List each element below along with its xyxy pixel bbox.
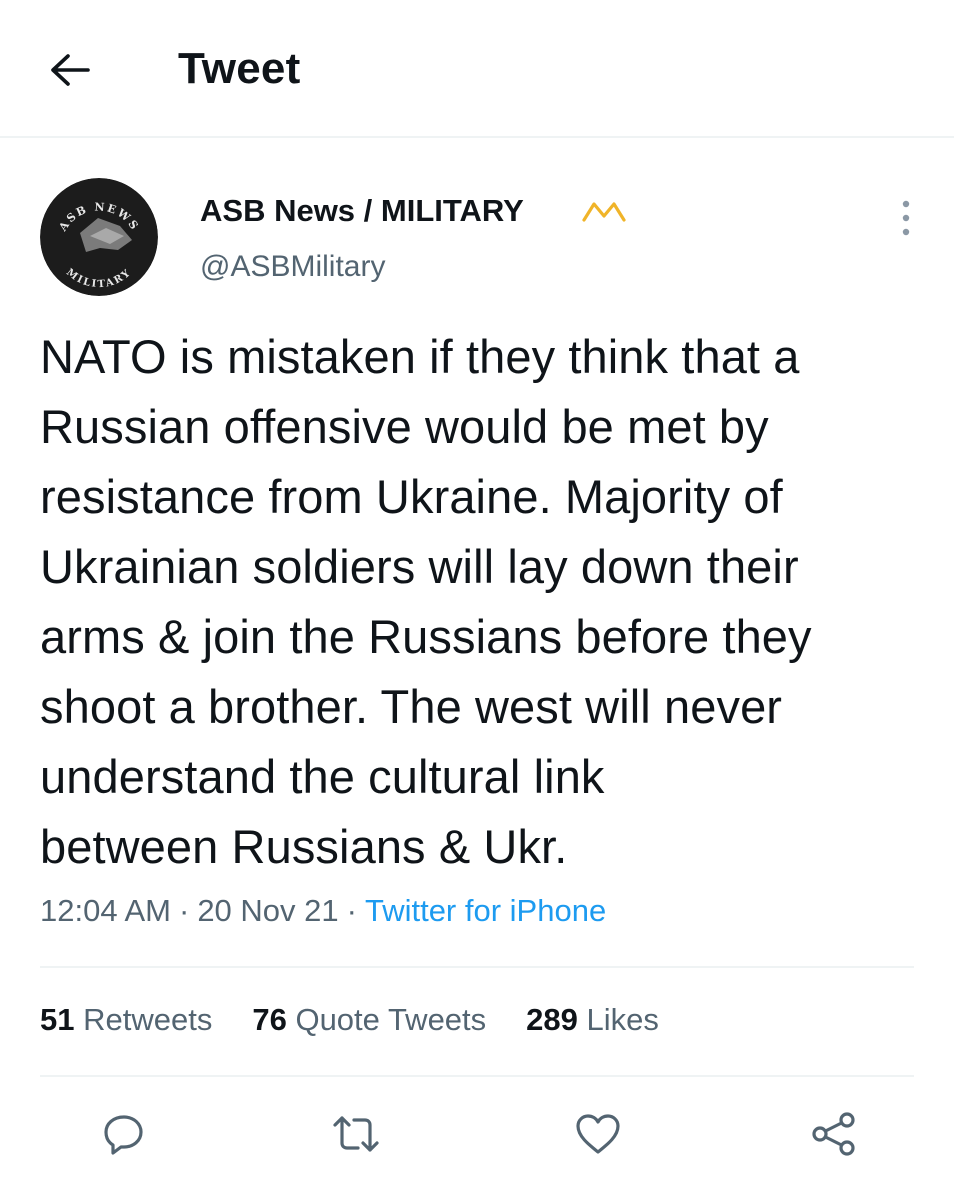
retweets-label: Retweets [83,1002,213,1037]
quote-tweets-stat[interactable]: 76 Quote Tweets [252,1002,486,1038]
tweet-source-link[interactable]: Twitter for iPhone [365,893,606,928]
crown-icon [580,196,628,232]
tweet-stats: 51 Retweets 76 Quote Tweets 289 Likes [40,1002,659,1038]
tweet-line: NATO is mistaken if they think that a [40,330,800,383]
tweet-line: shoot a brother. The west will never [40,680,783,733]
likes-label: Likes [586,1002,659,1037]
top-bar: Tweet [0,0,954,138]
retweets-count: 51 [40,1002,75,1037]
share-button[interactable] [808,1110,860,1162]
author-display-name[interactable]: ASB News / MILITARY [200,193,524,229]
retweet-button[interactable] [330,1110,382,1162]
divider [40,1075,914,1077]
like-button[interactable] [572,1110,624,1162]
like-icon [573,1111,623,1162]
share-icon [809,1109,859,1164]
meta-separator: · [178,893,190,928]
back-button[interactable] [44,48,96,96]
tweet-line: between Russians & Ukr. [40,820,568,873]
quote-tweets-count: 76 [252,1002,287,1037]
retweets-stat[interactable]: 51 Retweets [40,1002,212,1038]
arrow-left-icon [48,52,92,93]
tweet-line: Ukrainian soldiers will lay down their [40,540,799,593]
page-title: Tweet [178,44,301,93]
retweet-icon [331,1111,381,1162]
more-vertical-icon [900,198,912,243]
tweet-date[interactable]: 20 Nov 21 [197,893,338,928]
tweet-meta: 12:04 AM · 20 Nov 21 · Twitter for iPhone [40,893,606,929]
divider [40,966,914,968]
more-options-button[interactable] [886,196,926,244]
likes-stat[interactable]: 289 Likes [526,1002,659,1038]
likes-count: 289 [526,1002,578,1037]
tweet-line: arms & join the Russians before they [40,610,812,663]
tweet-line: Russian offensive would be met by [40,400,769,453]
tweet-line: resistance from Ukraine. Majority of [40,470,783,523]
tweet-line: understand the cultural link [40,750,605,803]
reply-icon [101,1111,147,1162]
quote-tweets-label: Quote Tweets [295,1002,487,1037]
avatar[interactable]: ASB NEWS MILITARY [40,178,158,296]
author-handle[interactable]: @ASBMilitary [200,250,385,284]
tweet-time[interactable]: 12:04 AM [40,893,171,928]
reply-button[interactable] [98,1110,150,1162]
tweet-text: NATO is mistaken if they think that a Ru… [40,322,940,882]
meta-separator: · [346,893,357,928]
